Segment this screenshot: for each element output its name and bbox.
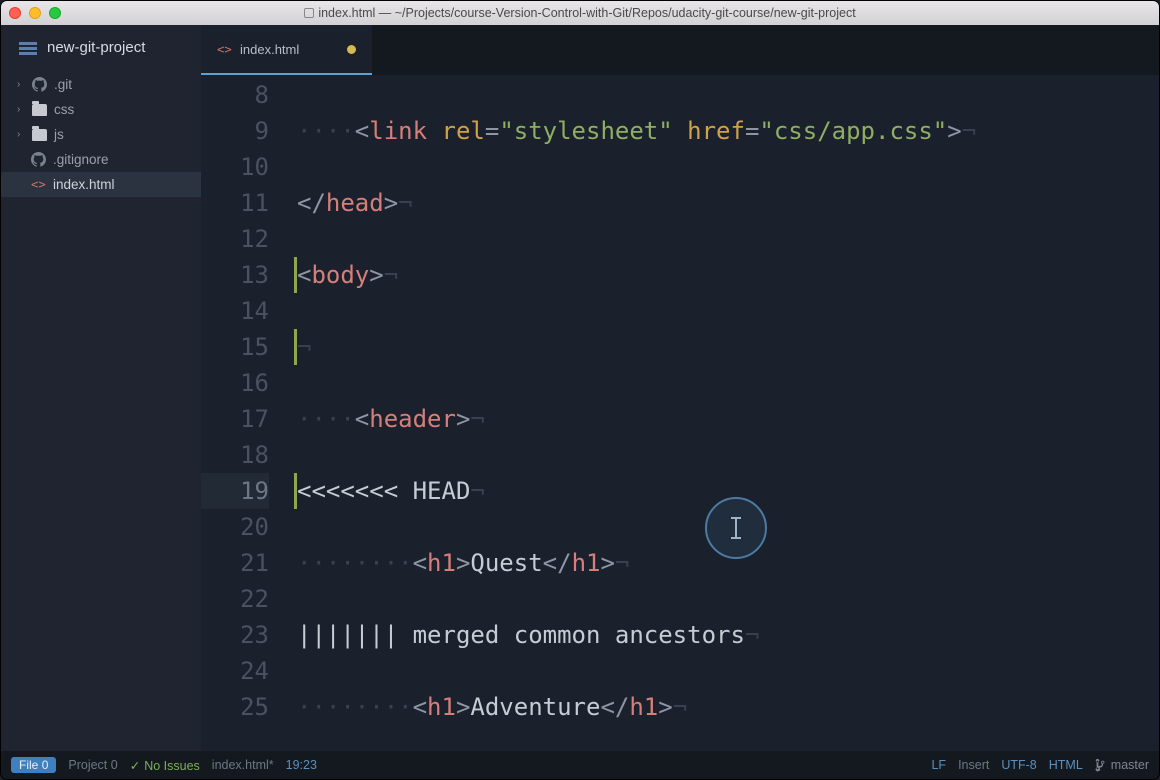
- line-number-gutter: 8 9 10 11 12 13 14 15 16 17 18 19 20 21 …: [201, 75, 297, 751]
- project-issues-label[interactable]: Project 0: [68, 758, 117, 772]
- folder-icon: [32, 104, 47, 116]
- git-branch-icon: [1095, 758, 1107, 772]
- line-ending-selector[interactable]: LF: [931, 758, 946, 772]
- tab-index-html[interactable]: <> index.html: [201, 25, 372, 75]
- modified-indicator-icon: [347, 45, 356, 54]
- svg-text:<>: <>: [31, 177, 46, 191]
- line-number: 22: [201, 581, 269, 617]
- file-issues-pill[interactable]: File 0: [11, 757, 56, 773]
- line-number: 18: [201, 437, 269, 473]
- tab-label: index.html: [240, 42, 299, 57]
- project-icon: [19, 40, 37, 56]
- close-window-button[interactable]: [9, 7, 21, 19]
- chevron-right-icon: ›: [17, 129, 25, 140]
- github-icon: [31, 152, 46, 167]
- no-issues-label[interactable]: ✓No Issues: [130, 758, 200, 773]
- sidebar-item-label: .gitignore: [53, 152, 109, 167]
- line-number: 8: [201, 77, 269, 113]
- sidebar-item-css[interactable]: › css: [1, 97, 201, 122]
- tab-bar: <> index.html: [201, 25, 1159, 75]
- line-number: 21: [201, 545, 269, 581]
- grammar-selector[interactable]: HTML: [1049, 758, 1083, 772]
- status-filename[interactable]: index.html*: [212, 758, 274, 772]
- line-number: 17: [201, 401, 269, 437]
- branch-name-label: master: [1111, 758, 1149, 772]
- line-number: 14: [201, 293, 269, 329]
- code-content[interactable]: ····<link rel="stylesheet" href="css/app…: [297, 75, 1159, 751]
- sidebar-item-label: .git: [54, 77, 72, 92]
- svg-text:<>: <>: [217, 42, 232, 56]
- sidebar-item-git[interactable]: › .git: [1, 72, 201, 97]
- line-number: 25: [201, 689, 269, 725]
- line-number: 16: [201, 365, 269, 401]
- check-icon: ✓: [130, 759, 140, 773]
- sidebar-item-label: js: [54, 127, 64, 142]
- line-number: 13: [201, 257, 269, 293]
- folder-icon: [32, 129, 47, 141]
- file-icon: [304, 8, 314, 18]
- window-title: index.html — ~/Projects/course-Version-C…: [1, 6, 1159, 20]
- line-number: 12: [201, 221, 269, 257]
- sidebar-item-label: index.html: [53, 177, 115, 192]
- git-branch-indicator[interactable]: master: [1095, 758, 1149, 772]
- code-file-icon: <>: [217, 42, 232, 57]
- project-name-label: new-git-project: [47, 39, 145, 56]
- minimize-window-button[interactable]: [29, 7, 41, 19]
- editor-panel: <> index.html 8 9 10 11 12 13 14 15 16 1…: [201, 25, 1159, 751]
- encoding-selector[interactable]: UTF-8: [1001, 758, 1036, 772]
- sidebar-item-gitignore[interactable]: .gitignore: [1, 147, 201, 172]
- line-number: 19: [201, 473, 269, 509]
- chevron-right-icon: ›: [17, 104, 25, 115]
- chevron-right-icon: ›: [17, 79, 25, 90]
- sidebar-item-index-html[interactable]: <> index.html: [1, 172, 201, 197]
- line-number: 11: [201, 185, 269, 221]
- line-number: 15: [201, 329, 269, 365]
- status-bar: File 0 Project 0 ✓No Issues index.html* …: [1, 751, 1159, 779]
- project-title[interactable]: new-git-project: [1, 25, 201, 72]
- line-number: 20: [201, 509, 269, 545]
- code-area[interactable]: 8 9 10 11 12 13 14 15 16 17 18 19 20 21 …: [201, 75, 1159, 751]
- code-file-icon: <>: [31, 177, 46, 192]
- cursor-position[interactable]: 19:23: [286, 758, 317, 772]
- window-controls: [9, 7, 61, 19]
- sidebar-item-label: css: [54, 102, 74, 117]
- cursor-indicator-icon: [705, 497, 767, 559]
- file-tree: › .git › css › js .gitignore: [1, 72, 201, 197]
- line-number: 24: [201, 653, 269, 689]
- titlebar: index.html — ~/Projects/course-Version-C…: [1, 1, 1159, 25]
- insert-mode-label[interactable]: Insert: [958, 758, 989, 772]
- editor-window: index.html — ~/Projects/course-Version-C…: [0, 0, 1160, 780]
- zoom-window-button[interactable]: [49, 7, 61, 19]
- line-number: 9: [201, 113, 269, 149]
- sidebar-item-js[interactable]: › js: [1, 122, 201, 147]
- sidebar: new-git-project › .git › css › js: [1, 25, 201, 751]
- line-number: 23: [201, 617, 269, 653]
- github-icon: [32, 77, 47, 92]
- line-number: 10: [201, 149, 269, 185]
